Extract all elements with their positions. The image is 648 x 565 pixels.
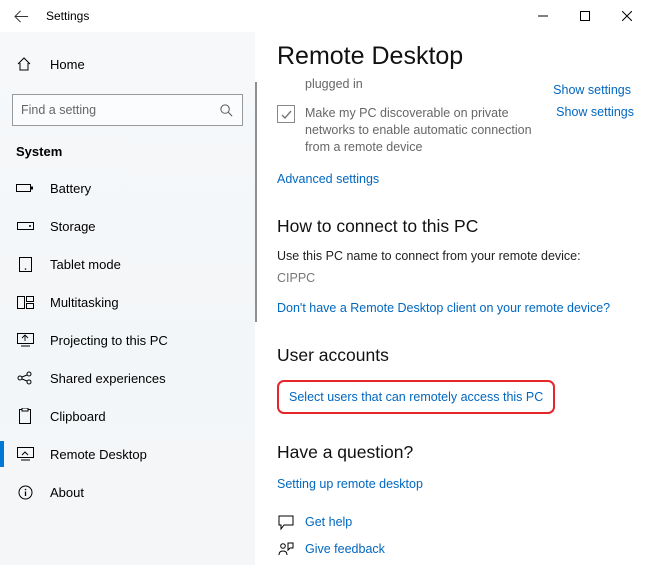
- user-accounts-heading: User accounts: [277, 345, 634, 366]
- remote-desktop-icon: [16, 445, 34, 463]
- sidebar-item-label: Battery: [50, 181, 91, 196]
- give-feedback-row[interactable]: Give feedback: [277, 542, 634, 557]
- clipboard-icon: [16, 407, 34, 425]
- battery-icon: [16, 179, 34, 197]
- connect-heading: How to connect to this PC: [277, 216, 634, 237]
- multitasking-icon: [16, 293, 34, 311]
- sidebar-item-projecting[interactable]: Projecting to this PC: [0, 321, 255, 359]
- sidebar-item-shared-experiences[interactable]: Shared experiences: [0, 359, 255, 397]
- window-title: Settings: [46, 9, 89, 23]
- sidebar-item-tablet-mode[interactable]: Tablet mode: [0, 245, 255, 283]
- scrollbar[interactable]: [255, 82, 257, 322]
- nav-list: Battery Storage Tablet mode Multitasking…: [0, 169, 255, 511]
- tablet-icon: [16, 255, 34, 273]
- maximize-button[interactable]: [564, 2, 606, 30]
- question-heading: Have a question?: [277, 442, 634, 463]
- about-icon: [16, 483, 34, 501]
- sidebar-item-label: Storage: [50, 219, 96, 234]
- content-area: Remote Desktop plugged in Show settings …: [255, 32, 648, 565]
- close-button[interactable]: [606, 2, 648, 30]
- discoverable-checkbox[interactable]: [277, 105, 295, 123]
- sidebar-item-label: Tablet mode: [50, 257, 121, 272]
- highlight-annotation: Select users that can remotely access th…: [277, 380, 555, 414]
- sidebar: Home System Battery Storage Tablet mode …: [0, 32, 255, 565]
- shared-icon: [16, 369, 34, 387]
- search-input[interactable]: [21, 103, 219, 117]
- home-nav[interactable]: Home: [0, 46, 255, 82]
- minimize-icon: [538, 11, 548, 21]
- sidebar-item-label: Projecting to this PC: [50, 333, 168, 348]
- setup-link[interactable]: Setting up remote desktop: [277, 477, 423, 491]
- sidebar-item-remote-desktop[interactable]: Remote Desktop: [0, 435, 255, 473]
- close-icon: [622, 11, 632, 21]
- discoverable-desc: Make my PC discoverable on private netwo…: [305, 105, 556, 156]
- search-box[interactable]: [12, 94, 243, 126]
- chat-icon: [277, 515, 295, 530]
- arrow-left-icon: [14, 9, 29, 24]
- sidebar-item-multitasking[interactable]: Multitasking: [0, 283, 255, 321]
- sidebar-item-label: Clipboard: [50, 409, 106, 424]
- pc-name: CIPPC: [277, 271, 634, 285]
- discoverable-row: Make my PC discoverable on private netwo…: [277, 105, 634, 156]
- sidebar-item-label: Multitasking: [50, 295, 119, 310]
- sidebar-item-clipboard[interactable]: Clipboard: [0, 397, 255, 435]
- sidebar-item-label: About: [50, 485, 84, 500]
- home-label: Home: [50, 57, 85, 72]
- home-icon: [16, 56, 34, 72]
- sidebar-item-label: Remote Desktop: [50, 447, 147, 462]
- select-users-link[interactable]: Select users that can remotely access th…: [289, 390, 543, 404]
- feedback-icon: [277, 542, 295, 557]
- search-icon: [219, 103, 234, 118]
- sidebar-item-storage[interactable]: Storage: [0, 207, 255, 245]
- show-settings-link-side[interactable]: Show settings: [556, 105, 634, 119]
- get-help-label: Get help: [305, 515, 352, 529]
- sidebar-item-battery[interactable]: Battery: [0, 169, 255, 207]
- client-link[interactable]: Don't have a Remote Desktop client on yo…: [277, 301, 610, 315]
- advanced-settings-link[interactable]: Advanced settings: [277, 172, 379, 186]
- maximize-icon: [580, 11, 590, 21]
- projecting-icon: [16, 331, 34, 349]
- give-feedback-label: Give feedback: [305, 542, 385, 556]
- sidebar-item-about[interactable]: About: [0, 473, 255, 511]
- sidebar-item-label: Shared experiences: [50, 371, 166, 386]
- get-help-row[interactable]: Get help: [277, 515, 634, 530]
- page-title: Remote Desktop: [277, 42, 634, 71]
- minimize-button[interactable]: [522, 2, 564, 30]
- titlebar: Settings: [0, 0, 648, 32]
- category-title: System: [0, 140, 255, 169]
- storage-icon: [16, 217, 34, 235]
- show-settings-link-top[interactable]: Show settings: [553, 83, 631, 97]
- connect-desc: Use this PC name to connect from your re…: [277, 249, 634, 263]
- back-button[interactable]: [8, 3, 34, 29]
- check-icon: [280, 108, 293, 121]
